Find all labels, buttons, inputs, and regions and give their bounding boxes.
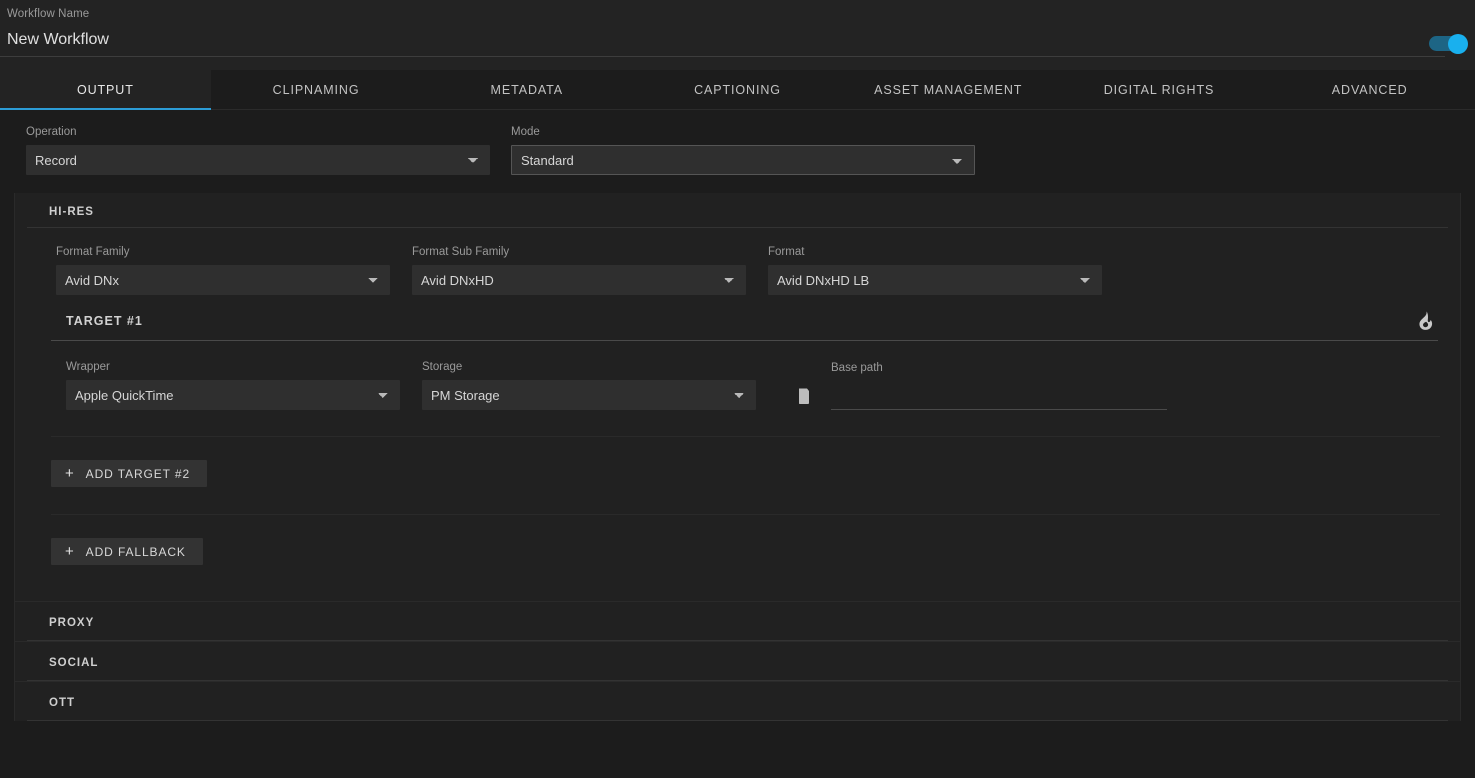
storage-label: Storage [422,361,463,373]
base-path-input[interactable] [831,381,1167,410]
format-family-select[interactable]: Avid DNx [56,265,390,295]
tab-digital-rights[interactable]: DIGITAL RIGHTS [1054,70,1265,110]
tab-output[interactable]: OUTPUT [0,70,211,110]
proxy-section-header[interactable]: PROXY [27,602,1448,641]
target-1-header: TARGET #1 [51,311,1438,341]
hires-section-header[interactable]: HI-RES [27,193,1448,228]
add-target-button[interactable]: + ADD TARGET #2 [51,460,208,487]
tab-bar: OUTPUT CLIPNAMING METADATA CAPTIONING AS… [0,70,1475,110]
tab-asset-management[interactable]: ASSET MANAGEMENT [843,70,1054,110]
plus-icon: + [65,465,75,482]
wrapper-field: Wrapper Apple QuickTime [66,359,400,410]
tab-label: DIGITAL RIGHTS [1103,83,1215,97]
hires-panel: HI-RES Format Family Avid DNx Format Sub… [14,193,1461,601]
tab-captioning[interactable]: CAPTIONING [632,70,843,110]
social-section-header[interactable]: SOCIAL [27,642,1448,681]
tab-clipnaming[interactable]: CLIPNAMING [211,70,422,110]
target-1-section: TARGET #1 Wrapper Apple QuickTime Storag… [51,311,1438,410]
format-row: Format Family Avid DNx Format Sub Family… [15,244,1460,295]
ott-section-header[interactable]: OTT [27,682,1448,721]
format-field: Format Avid DNxHD LB [768,244,1102,295]
toggle-knob [1448,33,1468,54]
tab-advanced[interactable]: ADVANCED [1264,70,1475,110]
header-divider [0,56,1445,57]
tab-metadata[interactable]: METADATA [421,70,632,110]
base-path-label: Base path [831,362,883,374]
folder-icon[interactable] [798,386,822,410]
storage-field: Storage PM Storage [422,359,756,410]
top-settings-row: Operation Record Mode Standard [0,124,1475,175]
wrapper-select[interactable]: Apple QuickTime [66,380,400,410]
social-panel: SOCIAL [14,641,1461,681]
proxy-panel: PROXY [14,601,1461,641]
ott-panel: OTT [14,681,1461,721]
flame-icon[interactable] [1418,311,1434,330]
format-sub-family-field: Format Sub Family Avid DNxHD [412,244,746,295]
workflow-header: Workflow Name New Workflow [0,0,1475,70]
add-fallback-label: ADD FALLBACK [85,544,186,559]
format-family-field: Format Family Avid DNx [56,244,390,295]
target-1-fields-row: Wrapper Apple QuickTime Storage PM Stora… [51,341,1438,410]
button-spacer [15,487,1460,514]
wrapper-label: Wrapper [66,361,110,373]
operation-field: Operation Record [26,124,490,175]
format-select[interactable]: Avid DNxHD LB [768,265,1102,295]
mode-select[interactable]: Standard [511,145,975,175]
format-sub-family-select[interactable]: Avid DNxHD [412,265,746,295]
operation-label: Operation [26,126,77,138]
workflow-name-value[interactable]: New Workflow [7,26,1475,54]
mode-field: Mode Standard [511,124,975,175]
mode-label: Mode [511,126,540,138]
format-label: Format [768,246,805,258]
base-path-group: Base path [798,360,1167,410]
format-sub-family-label: Format Sub Family [412,246,510,258]
tab-label: CAPTIONING [694,83,781,97]
workflow-enabled-toggle[interactable] [1429,33,1468,54]
add-fallback-button[interactable]: + ADD FALLBACK [51,538,203,565]
add-fallback-wrap: + ADD FALLBACK [15,515,1460,565]
format-family-label: Format Family [56,246,130,258]
hires-bottom-spacer [15,565,1460,601]
add-target-label: ADD TARGET #2 [85,466,191,481]
plus-icon: + [65,543,75,560]
tab-label: METADATA [490,83,564,97]
operation-select[interactable]: Record [26,145,490,175]
tab-label: ASSET MANAGEMENT [874,83,1023,97]
add-target-wrap: + ADD TARGET #2 [15,437,1460,487]
tab-label: ADVANCED [1331,83,1408,97]
hires-panel-body: Format Family Avid DNx Format Sub Family… [15,228,1460,601]
tab-label: OUTPUT [76,83,134,97]
base-path-field: Base path [831,360,1167,410]
workflow-name-label: Workflow Name [7,8,90,20]
storage-select[interactable]: PM Storage [422,380,756,410]
output-tab-panel: Operation Record Mode Standard HI-RES Fo… [0,110,1475,721]
target-1-title: TARGET #1 [66,313,143,328]
tab-label: CLIPNAMING [272,83,360,97]
